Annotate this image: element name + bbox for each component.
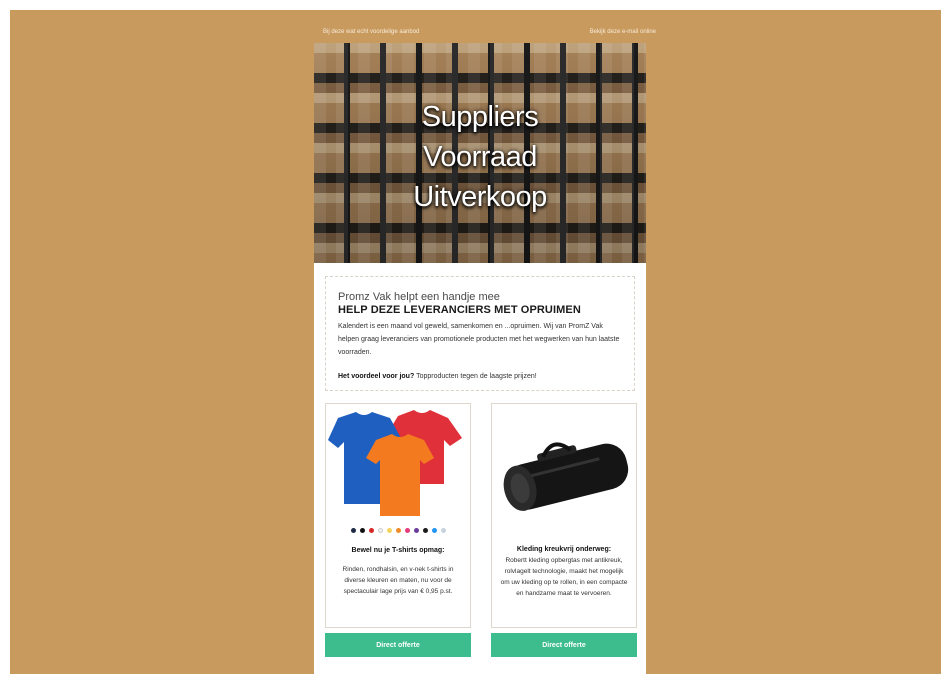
tshirts-image: [328, 410, 462, 516]
email-body: Suppliers Voorraad Uitverkoop Promz Vak …: [314, 43, 646, 674]
direct-offerte-button-tshirts[interactable]: Direct offerte: [325, 633, 471, 657]
color-swatch-1: [350, 528, 356, 533]
color-swatch-11: [440, 528, 446, 533]
intro-benefit: Het voordeel voor jou? Topproducten tege…: [338, 373, 622, 380]
hero-title-line-2: Voorraad: [423, 141, 537, 173]
color-swatch-4: [377, 528, 383, 533]
hero-title: Suppliers Voorraad Uitverkoop: [314, 97, 646, 217]
color-swatch-9: [422, 528, 428, 533]
product-card-tshirts[interactable]: Bewel nu je T-shirts opmag: Rinden, rond…: [325, 403, 471, 628]
hero-title-line-1: Suppliers: [421, 101, 539, 133]
color-swatch-3: [368, 528, 374, 533]
intro-heading: HELP DEZE LEVERANCIERS MET OPRUIMEN: [338, 304, 581, 316]
benefit-label: Het voordeel voor jou?: [338, 373, 415, 380]
preheader-left-text: Bij deze wat echt voordelige aanbod: [323, 29, 420, 35]
color-swatch-8: [413, 528, 419, 533]
color-swatches: [326, 528, 470, 533]
color-swatch-10: [431, 528, 437, 533]
view-online-link[interactable]: Bekijk deze e-mail online: [590, 29, 656, 35]
product-description: Robertt kleding opbergtas met antikreuk,…: [500, 557, 628, 597]
intro-body: Kalendert is een maand vol geweld, samen…: [338, 323, 620, 356]
hero-banner-image: Suppliers Voorraad Uitverkoop: [314, 43, 646, 263]
product-title: Kleding kreukvrij onderweg:: [516, 546, 612, 553]
garment-bag-icon: [503, 442, 629, 511]
garment-bag-image: [503, 442, 629, 511]
intro-subtitle: Promz Vak helpt een handje mee: [338, 291, 500, 303]
benefit-text: Topproducten tegen de laagste prijzen!: [416, 373, 537, 380]
color-swatch-6: [395, 528, 401, 533]
product-card-garment-bag[interactable]: Kleding kreukvrij onderweg: Robertt kled…: [491, 403, 637, 628]
preheader: Bij deze wat echt voordelige aanbod Beki…: [323, 22, 656, 42]
color-swatch-5: [386, 528, 392, 533]
intro-section: Promz Vak helpt een handje mee HELP DEZE…: [325, 276, 635, 391]
color-swatch-7: [404, 528, 410, 533]
hero-title-line-3: Uitverkoop: [413, 181, 547, 213]
direct-offerte-button-garment-bag[interactable]: Direct offerte: [491, 633, 637, 657]
color-swatch-2: [359, 528, 365, 533]
product-description: Rinden, rondhalsin, en v-nek t-shirts in…: [342, 566, 454, 595]
product-title: Bewel nu je T-shirts opmag:: [351, 547, 445, 554]
